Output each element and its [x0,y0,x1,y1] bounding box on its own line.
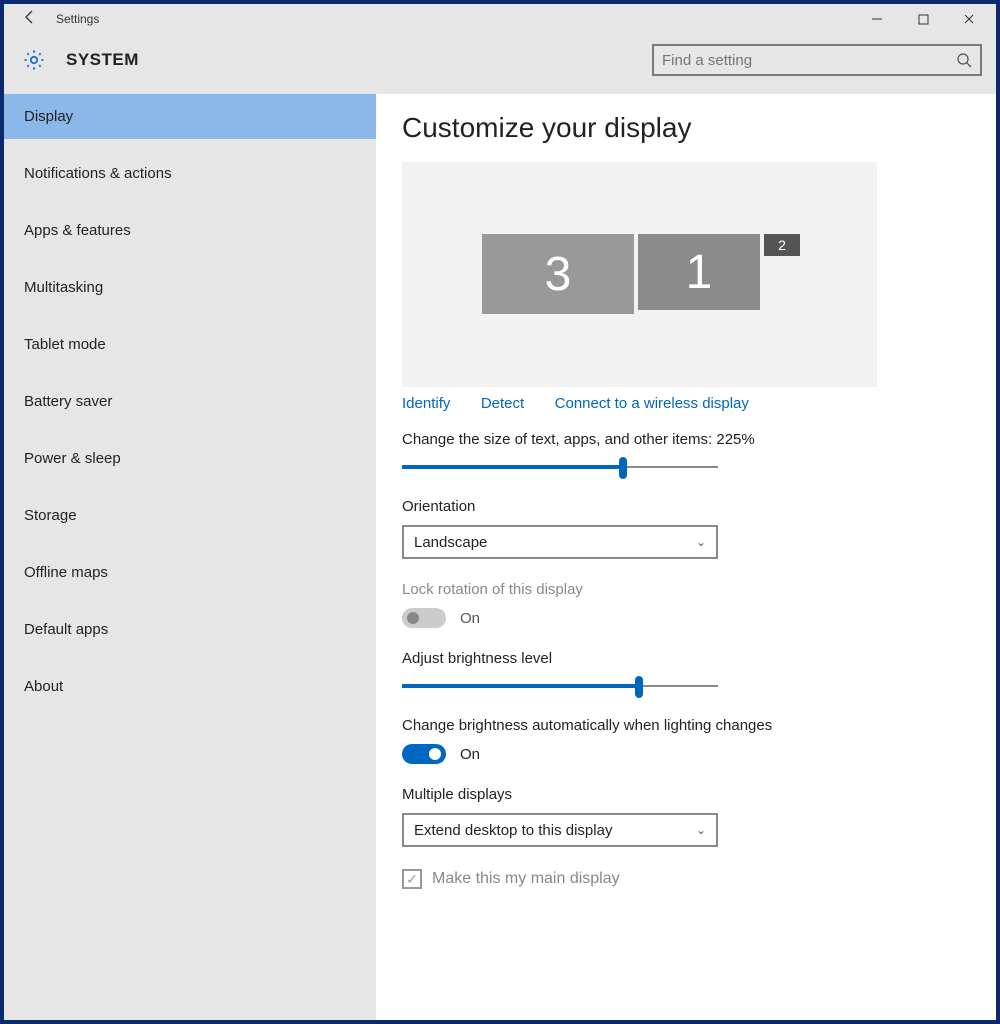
orientation-value: Landscape [414,534,487,551]
sidebar-item-display[interactable]: Display [4,94,376,139]
sidebar-item-default-apps[interactable]: Default apps [4,607,376,652]
scale-label: Change the size of text, apps, and other… [402,431,970,448]
back-button[interactable] [8,9,52,30]
sidebar-item-notifications[interactable]: Notifications & actions [4,151,376,196]
monitor-2[interactable]: 2 [764,234,800,256]
search-box[interactable] [652,44,982,76]
sidebar-item-storage[interactable]: Storage [4,493,376,538]
chevron-down-icon: ⌄ [696,535,706,549]
sidebar-item-tablet-mode[interactable]: Tablet mode [4,322,376,367]
auto-brightness-toggle[interactable] [402,744,446,764]
orientation-select[interactable]: Landscape ⌄ [402,525,718,559]
monitor-3[interactable]: 3 [482,234,634,314]
orientation-label: Orientation [402,498,970,515]
search-icon [956,52,972,68]
scale-slider[interactable] [402,458,718,476]
display-links: Identify Detect Connect to a wireless di… [402,395,970,413]
header: SYSTEM [4,34,996,94]
page-title: Customize your display [402,112,970,144]
main-display-label: Make this my main display [432,870,620,888]
display-arrangement[interactable]: 3 1 2 [402,162,877,387]
brightness-label: Adjust brightness level [402,650,970,667]
lock-rotation-state: On [460,610,480,627]
multiple-displays-label: Multiple displays [402,786,970,803]
gear-icon [22,48,46,72]
sidebar-item-apps-features[interactable]: Apps & features [4,208,376,253]
main-display-checkbox: ✓ [402,869,422,889]
titlebar: Settings [4,4,996,34]
section-title: SYSTEM [66,50,139,70]
minimize-button[interactable] [854,4,900,34]
search-input[interactable] [662,52,956,69]
multiple-displays-value: Extend desktop to this display [414,822,612,839]
sidebar: Display Notifications & actions Apps & f… [4,94,376,1020]
sidebar-item-about[interactable]: About [4,664,376,709]
settings-window: Settings SYSTEM Display [0,0,1000,1024]
monitor-1[interactable]: 1 [638,234,760,310]
sidebar-item-power-sleep[interactable]: Power & sleep [4,436,376,481]
sidebar-item-offline-maps[interactable]: Offline maps [4,550,376,595]
detect-link[interactable]: Detect [481,395,524,412]
auto-brightness-state: On [460,746,480,763]
multiple-displays-select[interactable]: Extend desktop to this display ⌄ [402,813,718,847]
window-title: Settings [52,12,99,26]
chevron-down-icon: ⌄ [696,823,706,837]
identify-link[interactable]: Identify [402,395,450,412]
brightness-slider[interactable] [402,677,718,695]
lock-rotation-label: Lock rotation of this display [402,581,970,598]
main-display-row: ✓ Make this my main display [402,869,970,889]
wireless-display-link[interactable]: Connect to a wireless display [555,395,749,412]
maximize-button[interactable] [900,4,946,34]
auto-brightness-label: Change brightness automatically when lig… [402,717,970,734]
content-pane: Customize your display 3 1 2 Identify De… [376,94,996,1020]
sidebar-item-multitasking[interactable]: Multitasking [4,265,376,310]
lock-rotation-toggle [402,608,446,628]
sidebar-item-battery-saver[interactable]: Battery saver [4,379,376,424]
close-button[interactable] [946,4,992,34]
